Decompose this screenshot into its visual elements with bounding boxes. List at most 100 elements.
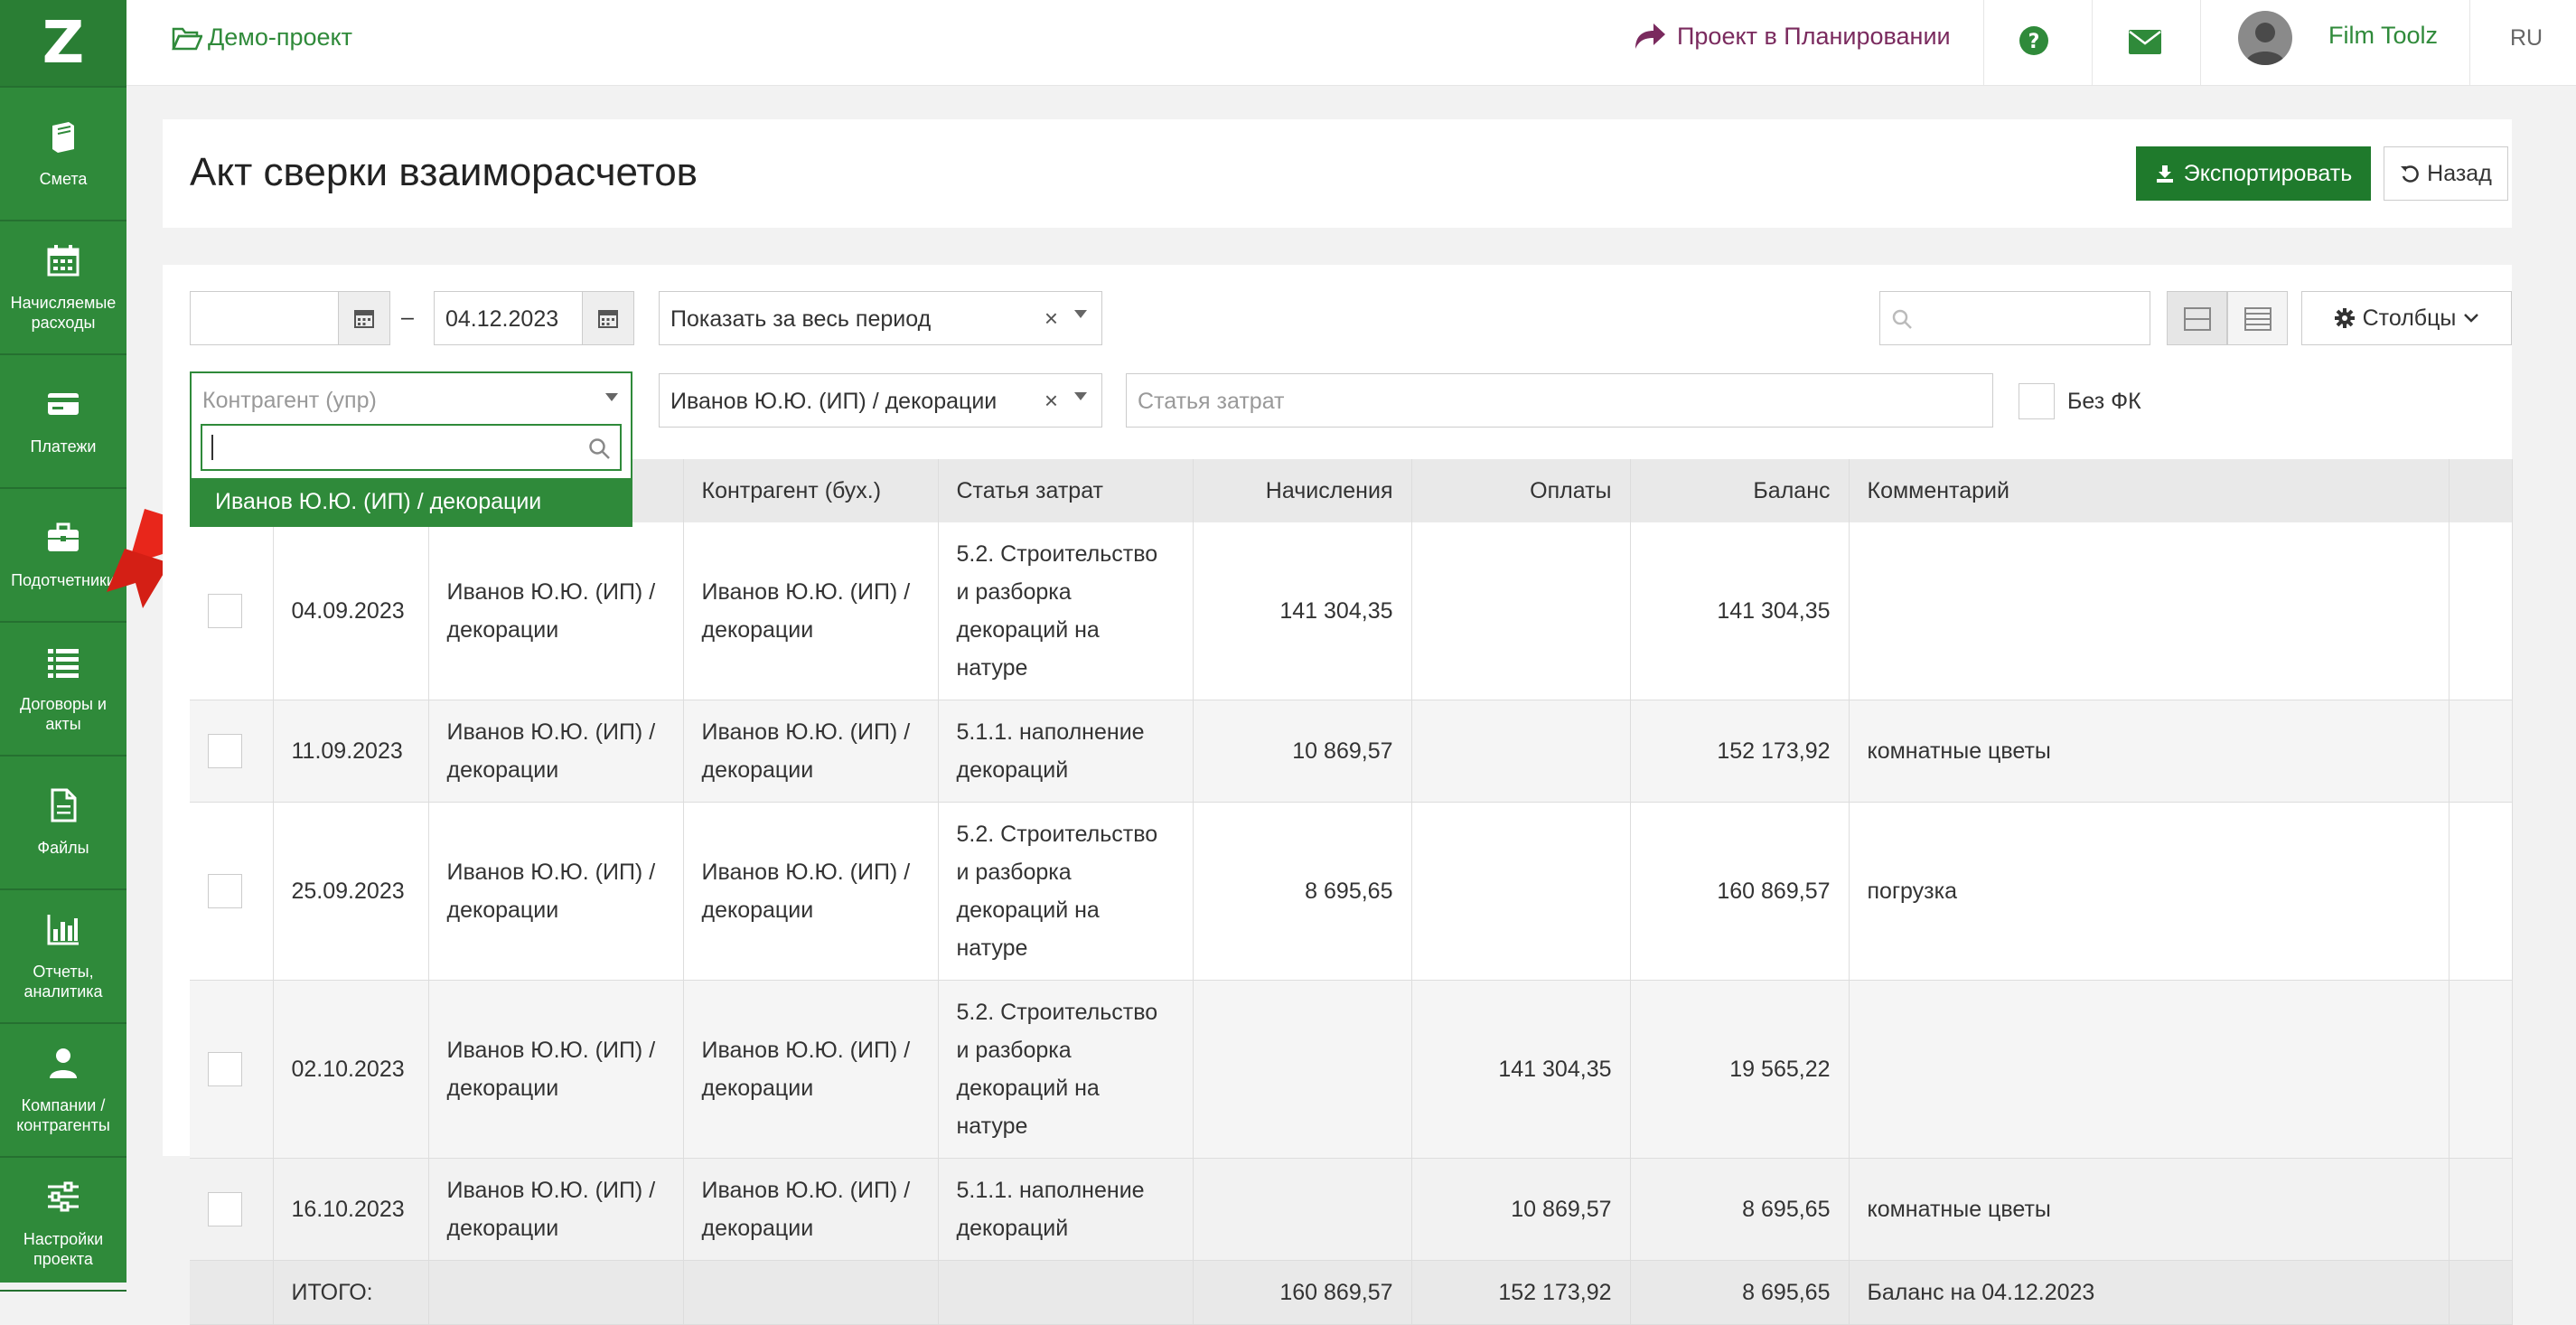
search-icon (1892, 309, 1912, 329)
cell-counterparty-acc: Иванов Ю.Ю. (ИП) / декорации (683, 980, 939, 1159)
counterparty-mgmt-select[interactable]: Контрагент (упр) Иванов Ю.Ю. (ИП) / деко… (190, 371, 632, 527)
row-checkbox[interactable] (208, 1052, 242, 1086)
col-header-actions (2449, 459, 2513, 522)
book-icon (52, 122, 74, 153)
cell-payment (1411, 522, 1631, 700)
total-balance: 8 695,65 (1630, 1260, 1850, 1325)
cost-item-input[interactable]: Статья затрат (1126, 373, 1993, 428)
col-header-comment[interactable]: Комментарий (1849, 459, 2450, 522)
folder-open-icon (172, 27, 202, 50)
cell-payment: 10 869,57 (1411, 1158, 1631, 1261)
table-total-row: ИТОГО: 160 869,57 152 173,92 8 695,65 Ба… (190, 1260, 2513, 1325)
main-panel: – 04.12.2023 Показать за весь период × С… (163, 265, 2513, 1325)
sidebar-item-accrued-expenses[interactable]: Начисляемые расходы (0, 221, 126, 355)
col-header-balance[interactable]: Баланс (1630, 459, 1850, 522)
counterparty-acc-select[interactable]: Иванов Ю.Ю. (ИП) / декорации × (659, 373, 1102, 428)
period-select[interactable]: Показать за весь период × (659, 291, 1102, 345)
language-switch[interactable]: RU (2510, 25, 2543, 52)
cell-counterparty-mgmt: Иванов Ю.Ю. (ИП) / декорации (428, 802, 684, 981)
download-icon (2156, 165, 2173, 183)
table-row[interactable]: 02.10.2023 Иванов Ю.Ю. (ИП) / декорации … (190, 980, 2513, 1159)
cell-counterparty-acc: Иванов Ю.Ю. (ИП) / декорации (683, 802, 939, 981)
cell-cost-item: 5.2. Строительство и разборка декораций … (938, 802, 1194, 981)
col-header-cost-item[interactable]: Статья затрат (938, 459, 1194, 522)
table-row[interactable]: 04.09.2023 Иванов Ю.Ю. (ИП) / декорации … (190, 522, 2513, 700)
chevron-down-icon (2464, 314, 2479, 323)
view-expanded-toggle[interactable] (2227, 291, 2288, 345)
calendar-icon (47, 245, 80, 277)
cell-balance: 141 304,35 (1630, 522, 1850, 700)
cell-balance: 8 695,65 (1630, 1158, 1850, 1261)
sliders-icon (48, 1181, 79, 1212)
mail-icon[interactable] (2128, 27, 2162, 56)
cell-comment: комнатные цветы (1849, 1158, 2450, 1261)
sidebar-item-contracts[interactable]: Договоры и акты (0, 623, 126, 756)
date-range-separator: – (401, 305, 414, 330)
top-bar: Демо-проект Проект в Планировании ? Film… (126, 0, 2576, 86)
date-from-calendar-button[interactable] (338, 292, 389, 344)
bar-chart-icon (47, 915, 79, 945)
sidebar-item-label: Отчеты, аналитика (23, 963, 103, 1001)
reconciliation-table: Контрагент (бух.) Статья затрат Начислен… (190, 459, 2513, 1325)
help-icon[interactable]: ? (2019, 25, 2049, 56)
share-arrow-icon (1635, 23, 1665, 49)
view-compact-toggle[interactable] (2167, 291, 2227, 345)
cell-cost-item: 5.2. Строительство и разборка декораций … (938, 980, 1194, 1159)
table-row[interactable]: 25.09.2023 Иванов Ю.Ю. (ИП) / декорации … (190, 802, 2513, 981)
app-logo[interactable]: Z (0, 0, 126, 88)
rows-expanded-icon (2244, 307, 2272, 331)
sidebar-item-reports[interactable]: Отчеты, аналитика (0, 890, 126, 1024)
columns-button[interactable]: Столбцы (2301, 291, 2512, 345)
caret-down-icon[interactable] (1074, 392, 1087, 400)
row-checkbox[interactable] (208, 1192, 242, 1226)
col-header-payments[interactable]: Оплаты (1411, 459, 1631, 522)
project-link[interactable]: Демо-проект (172, 23, 352, 52)
cell-comment: погрузка (1849, 802, 2450, 981)
caret-down-icon[interactable] (1074, 310, 1087, 318)
calendar-icon (354, 310, 374, 328)
table-row[interactable]: 11.09.2023 Иванов Ю.Ю. (ИП) / декорации … (190, 700, 2513, 803)
dropdown-option[interactable]: Иванов Ю.Ю. (ИП) / декорации (192, 478, 631, 525)
svg-text:?: ? (2028, 31, 2040, 53)
clear-icon[interactable]: × (1044, 305, 1058, 333)
project-planning-status[interactable]: Проект в Планировании (1634, 22, 1951, 51)
sidebar-item-project-settings[interactable]: Настройки проекта (0, 1158, 126, 1292)
sidebar-item-estimate[interactable]: Смета (0, 88, 126, 221)
clear-icon[interactable]: × (1044, 387, 1058, 415)
avatar[interactable] (2238, 11, 2292, 65)
row-checkbox[interactable] (208, 594, 242, 628)
col-header-accruals[interactable]: Начисления (1193, 459, 1412, 522)
sidebar-item-companies[interactable]: Компании / контрагенты (0, 1024, 126, 1158)
cell-accrual (1193, 1158, 1412, 1261)
user-name[interactable]: Film Toolz (2328, 22, 2438, 50)
date-to-calendar-button[interactable] (582, 292, 633, 344)
sidebar-item-label: Платежи (30, 437, 97, 456)
cell-comment: комнатные цветы (1849, 700, 2450, 803)
cell-comment (1849, 980, 2450, 1159)
cell-payment: 141 304,35 (1411, 980, 1631, 1159)
table-row[interactable]: 16.10.2023 Иванов Ю.Ю. (ИП) / декорации … (190, 1158, 2513, 1261)
row-checkbox[interactable] (208, 734, 242, 768)
title-panel: Акт сверки взаиморасчетов Экспортировать… (163, 119, 2512, 228)
sidebar-item-label: Договоры и акты (20, 695, 107, 733)
cell-counterparty-mgmt: Иванов Ю.Ю. (ИП) / декорации (428, 700, 684, 803)
cell-accrual: 8 695,65 (1193, 802, 1412, 981)
row-checkbox[interactable] (208, 874, 242, 908)
caret-down-icon[interactable] (605, 393, 618, 401)
sidebar-item-label: Начисляемые расходы (10, 294, 117, 332)
no-fk-checkbox[interactable] (2019, 383, 2055, 419)
briefcase-icon (48, 522, 79, 551)
cell-payment (1411, 802, 1631, 981)
date-from-field[interactable] (190, 291, 390, 345)
search-input[interactable] (1879, 291, 2150, 345)
sidebar-item-files[interactable]: Файлы (0, 756, 126, 890)
sidebar-item-payments[interactable]: Платежи (0, 355, 126, 489)
col-header-counterparty-acc[interactable]: Контрагент (бух.) (683, 459, 939, 522)
sidebar: Z Смета Начисляемые расходы Платежи Подо… (0, 0, 126, 1292)
cell-date: 02.10.2023 (273, 980, 429, 1159)
date-to-field[interactable]: 04.12.2023 (434, 291, 634, 345)
total-label: ИТОГО: (273, 1260, 429, 1325)
back-button[interactable]: Назад (2384, 146, 2508, 201)
dropdown-search-input[interactable] (201, 424, 622, 471)
export-button[interactable]: Экспортировать (2136, 146, 2371, 201)
